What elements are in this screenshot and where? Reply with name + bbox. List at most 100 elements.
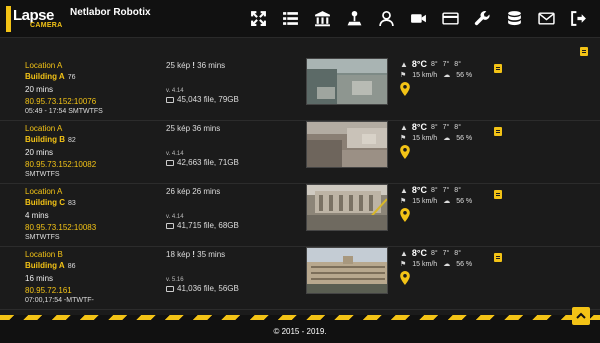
nav-icons — [242, 7, 594, 29]
flag-icon: ⚑ — [400, 72, 407, 79]
map-pin-icon[interactable] — [400, 145, 410, 159]
export-doc-icon[interactable] — [580, 47, 588, 56]
count-text: 26 kép 26 mins — [166, 187, 221, 196]
interval: 20 mins — [25, 85, 54, 94]
building-name[interactable]: Building B 82 — [25, 134, 160, 146]
camera-info: Location A Building B 82 20 mins 80.95.73… — [25, 124, 160, 180]
chevron-up-icon — [576, 312, 586, 319]
ip-link[interactable]: 80.95.73.152:10082 — [25, 159, 160, 170]
database-icon[interactable] — [498, 7, 530, 29]
camera-id: 86 — [67, 263, 76, 270]
schedule: SMTWTFS — [25, 171, 60, 178]
camera-id: 82 — [68, 137, 76, 144]
count-text: 25 kép 36 mins — [166, 124, 221, 133]
file-stats: 41,036 file, 56GB — [166, 284, 296, 294]
weather: ▲ 8°C 8° 7° 8° ⚑ 15 km/h ☁ 56 % — [400, 121, 490, 164]
forecast-temps: 8° 7° 8° — [431, 123, 461, 131]
location-name[interactable]: Location A — [25, 61, 160, 71]
thermometer-icon: ▲ — [400, 248, 408, 258]
capture-count: 25 kép ! 36 mins — [166, 61, 296, 71]
schedule: 05:49 - 17:54 SMTWTFS — [25, 108, 103, 115]
humidity: 56 % — [456, 134, 473, 142]
top-navbar: Lapse CAMERA Netlabor Robotix — [0, 0, 600, 38]
building-label: Building B — [25, 135, 65, 144]
capture-stats: 25 kép 36 mins v. 4.14 42,663 file, 71GB — [166, 124, 296, 168]
wind: 15 km/h — [412, 134, 438, 142]
humidity: 56 % — [456, 260, 473, 268]
user-icon[interactable] — [370, 7, 402, 29]
mail-icon[interactable] — [530, 7, 562, 29]
doc-icon — [494, 190, 502, 199]
camera-list: Location A Building A 76 20 mins 80.95.73… — [0, 58, 600, 310]
cloud-icon: ☁ — [443, 135, 451, 142]
video-icon[interactable] — [402, 7, 434, 29]
fullscreen-icon[interactable] — [242, 7, 274, 29]
count-text: 18 kép — [166, 250, 193, 259]
report-button[interactable] — [494, 123, 502, 141]
ip-link[interactable]: 80.95.73.152:10083 — [25, 222, 160, 233]
weather: ▲ 8°C 8° 7° 8° ⚑ 15 km/h ☁ 56 % — [400, 247, 490, 290]
file-count: 45,043 file, 79GB — [177, 95, 239, 104]
ip-link[interactable]: 80.95.73.152:10076 — [25, 96, 160, 107]
temperature: 8°C — [411, 185, 428, 195]
file-count: 41,036 file, 56GB — [177, 284, 239, 293]
building-name[interactable]: Building C 83 — [25, 197, 160, 209]
forecast-temps: 8° 7° 8° — [431, 249, 461, 257]
report-button[interactable] — [494, 249, 502, 267]
interval: 16 mins — [25, 274, 54, 283]
folder-icon — [166, 160, 174, 166]
temperature: 8°C — [411, 59, 428, 69]
joystick-icon[interactable] — [338, 7, 370, 29]
building-label: Building A — [25, 72, 65, 81]
map-pin-icon[interactable] — [400, 271, 410, 285]
file-stats: 42,663 file, 71GB — [166, 158, 296, 168]
interval: 4 mins — [25, 211, 49, 220]
ip-link[interactable]: 80.95.72.161 — [25, 285, 160, 296]
building-name[interactable]: Building A 76 — [25, 71, 160, 83]
capture-count: 26 kép 26 mins — [166, 187, 296, 197]
since-text: 36 mins — [194, 61, 226, 70]
logout-icon[interactable] — [562, 7, 594, 29]
report-button[interactable] — [494, 60, 502, 78]
building-name[interactable]: Building A 86 — [25, 260, 160, 272]
cloud-icon: ☁ — [443, 261, 451, 268]
doc-icon — [494, 64, 502, 73]
wrench-icon[interactable] — [466, 7, 498, 29]
folder-icon — [166, 97, 174, 103]
map-pin-icon[interactable] — [400, 208, 410, 222]
doc-icon — [494, 253, 502, 262]
version: v. 4.14 — [166, 88, 184, 94]
camera-info: Location A Building C 83 4 mins 80.95.73.… — [25, 187, 160, 243]
since-text: 35 mins — [194, 250, 226, 259]
logo-subtext: CAMERA — [30, 22, 63, 29]
camera-info: Location A Building A 76 20 mins 80.95.73… — [25, 61, 160, 117]
map-pin-icon[interactable] — [400, 82, 410, 96]
building-label: Building C — [25, 198, 65, 207]
humidity: 56 % — [456, 71, 473, 79]
report-button[interactable] — [494, 186, 502, 204]
location-name[interactable]: Location A — [25, 187, 160, 197]
capture-count: 25 kép 36 mins — [166, 124, 296, 134]
file-stats: 45,043 file, 79GB — [166, 95, 296, 105]
card-icon[interactable] — [434, 7, 466, 29]
list-icon[interactable] — [274, 7, 306, 29]
scroll-to-top-button[interactable] — [572, 307, 590, 325]
camera-id: 76 — [67, 74, 76, 81]
camera-thumbnail[interactable] — [306, 58, 388, 105]
version: v. 5.16 — [166, 277, 184, 283]
building-label: Building A — [25, 261, 65, 270]
logo[interactable]: Lapse CAMERA — [6, 6, 62, 32]
flag-icon: ⚑ — [400, 135, 407, 142]
location-name[interactable]: Location A — [25, 124, 160, 134]
logo-mark — [6, 6, 11, 32]
temperature: 8°C — [411, 248, 428, 258]
camera-thumbnail[interactable] — [306, 184, 388, 231]
bank-icon[interactable] — [306, 7, 338, 29]
camera-row: Location A Building B 82 20 mins 80.95.73… — [0, 121, 600, 184]
camera-thumbnail[interactable] — [306, 247, 388, 294]
folder-icon — [166, 286, 174, 292]
location-name[interactable]: Location B — [25, 250, 160, 260]
camera-thumbnail[interactable] — [306, 121, 388, 168]
cloud-icon: ☁ — [443, 198, 451, 205]
camera-id: 83 — [68, 200, 76, 207]
